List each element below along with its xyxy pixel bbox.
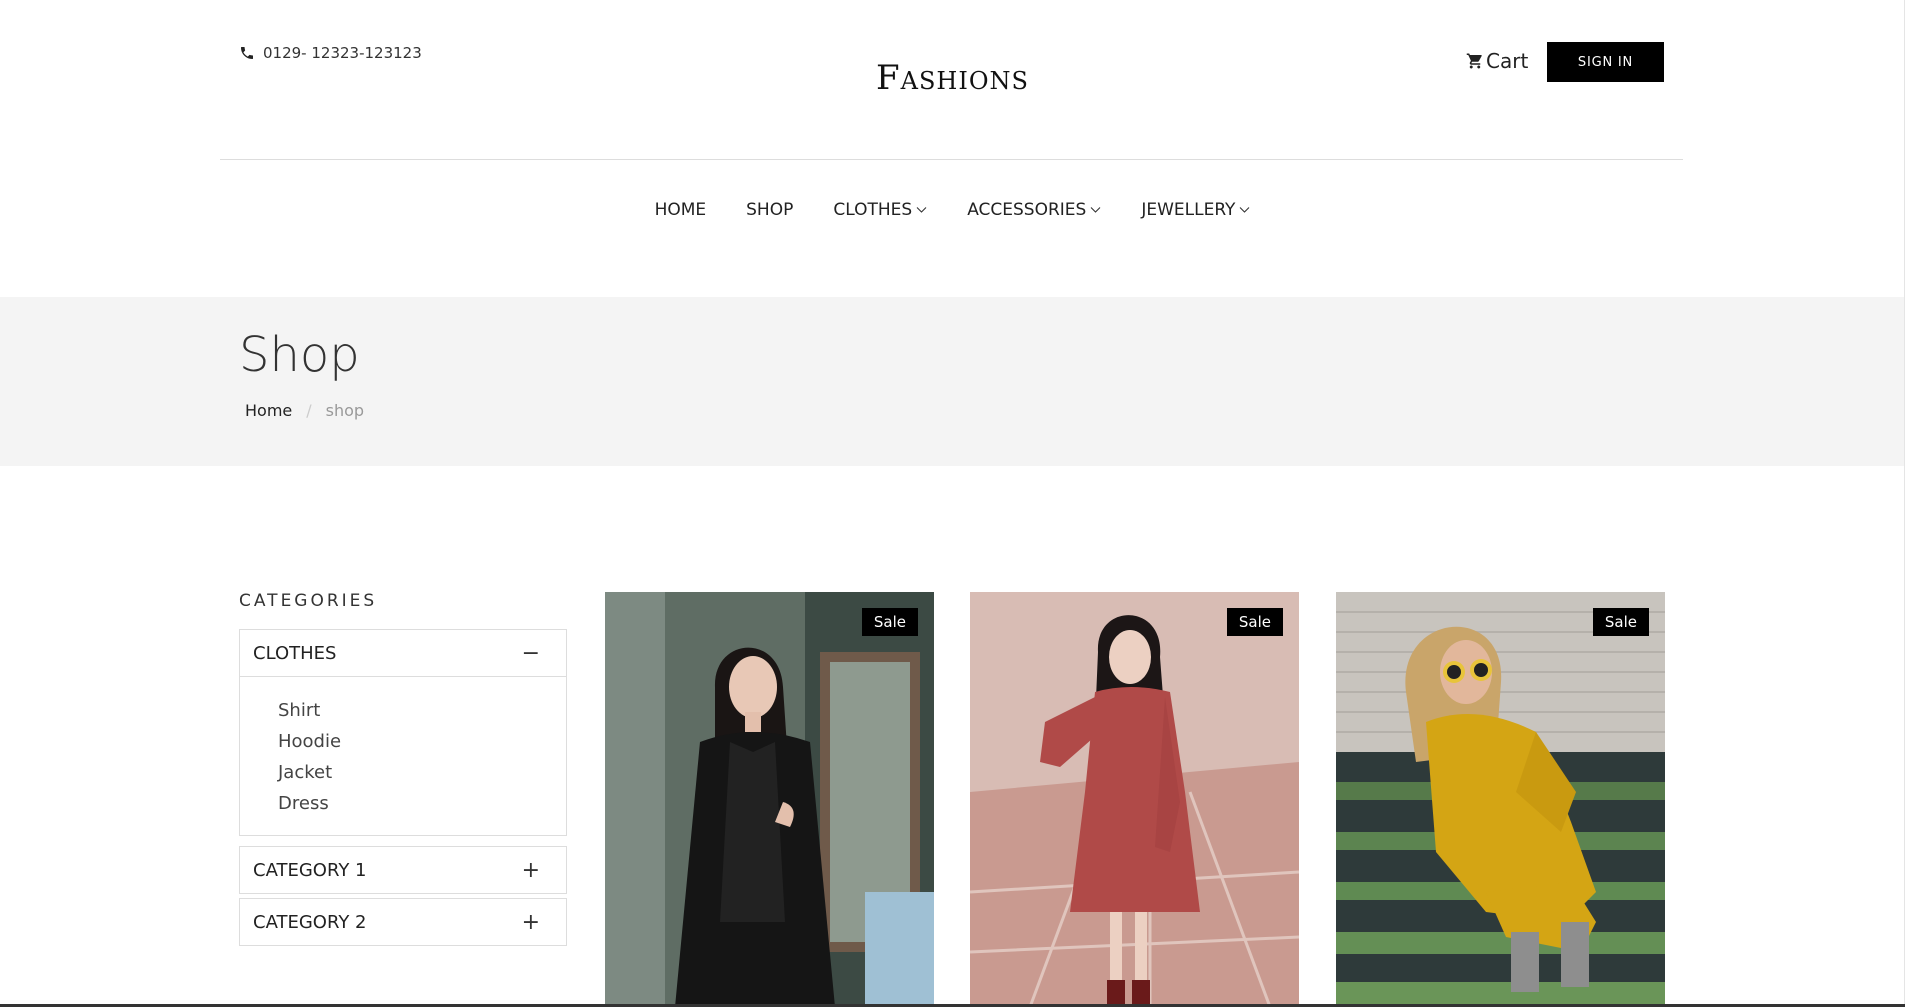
nav-label: ACCESSORIES xyxy=(967,200,1087,220)
category-1-header[interactable]: CATEGORY 1 + xyxy=(240,847,566,893)
expand-icon[interactable]: + xyxy=(522,858,540,883)
categories-heading: CATEGORIES xyxy=(239,591,378,611)
page-title: Shop xyxy=(239,327,360,383)
product-card[interactable]: Sale xyxy=(970,592,1299,1007)
nav-item-jewellery[interactable]: JEWELLERY xyxy=(1141,200,1250,220)
chevron-down-icon xyxy=(916,207,927,213)
category-clothes-list: Shirt Hoodie Jacket Dress xyxy=(240,676,566,835)
sale-badge: Sale xyxy=(861,608,918,636)
category-item-shirt[interactable]: Shirt xyxy=(278,695,566,726)
product-image xyxy=(1336,592,1665,1007)
cart-label: Cart xyxy=(1486,49,1529,73)
category-label: CATEGORY 2 xyxy=(253,911,367,933)
header-divider xyxy=(220,159,1683,160)
cart-icon xyxy=(1466,53,1482,69)
breadcrumb: Home / shop xyxy=(245,401,364,420)
product-card[interactable]: Sale xyxy=(605,592,934,1007)
category-item-jacket[interactable]: Jacket xyxy=(278,757,566,788)
category-item-dress[interactable]: Dress xyxy=(278,788,566,819)
category-2-header[interactable]: CATEGORY 2 + xyxy=(240,899,566,945)
category-label: CLOTHES xyxy=(253,642,337,664)
sign-in-button[interactable]: SIGN IN xyxy=(1547,42,1664,82)
sale-badge: Sale xyxy=(1592,608,1649,636)
page-banner: Shop Home / shop xyxy=(0,297,1905,466)
nav-item-home[interactable]: HOME xyxy=(655,200,707,220)
breadcrumb-separator: / xyxy=(306,401,312,420)
collapse-icon[interactable]: − xyxy=(522,641,540,666)
category-item-hoodie[interactable]: Hoodie xyxy=(278,726,566,757)
product-card[interactable]: Sale xyxy=(1336,592,1665,1007)
nav-item-accessories[interactable]: ACCESSORIES xyxy=(967,200,1101,220)
category-2: CATEGORY 2 + xyxy=(239,898,567,946)
main-nav: HOME SHOP CLOTHES ACCESSORIES JEWELLERY xyxy=(0,200,1905,220)
nav-item-shop[interactable]: SHOP xyxy=(746,200,793,220)
nav-label: JEWELLERY xyxy=(1141,200,1236,220)
product-image xyxy=(605,592,934,1007)
breadcrumb-home-link[interactable]: Home xyxy=(245,401,292,420)
site-header: 0129- 12323-123123 Fashions Cart SIGN IN xyxy=(0,0,1905,160)
category-clothes-header[interactable]: CLOTHES − xyxy=(240,630,566,676)
nav-label: SHOP xyxy=(746,200,794,220)
nav-item-clothes[interactable]: CLOTHES xyxy=(833,200,927,220)
cart-link[interactable]: Cart xyxy=(1466,49,1528,73)
category-1: CATEGORY 1 + xyxy=(239,846,567,894)
chevron-down-icon xyxy=(1090,207,1101,213)
product-image xyxy=(970,592,1299,1007)
sale-badge: Sale xyxy=(1226,608,1283,636)
breadcrumb-current: shop xyxy=(325,401,365,420)
nav-label: CLOTHES xyxy=(833,200,913,220)
expand-icon[interactable]: + xyxy=(522,910,540,935)
category-clothes: CLOTHES − Shirt Hoodie Jacket Dress xyxy=(239,629,567,836)
category-label: CATEGORY 1 xyxy=(253,859,367,881)
chevron-down-icon xyxy=(1240,207,1250,213)
nav-label: HOME xyxy=(654,200,707,220)
